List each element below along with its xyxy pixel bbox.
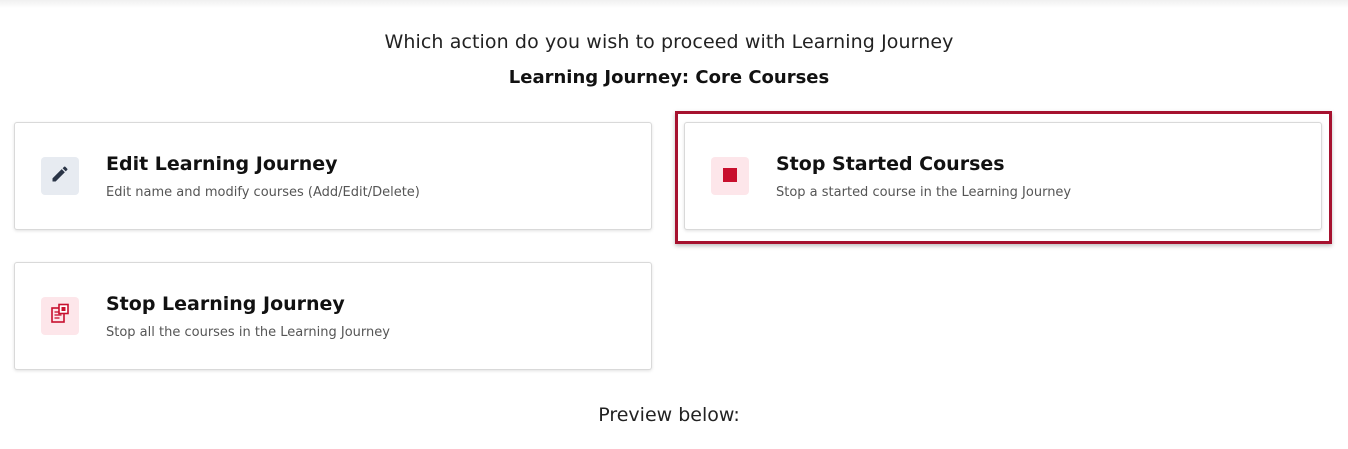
- edit-learning-journey-card[interactable]: Edit Learning Journey Edit name and modi…: [14, 122, 652, 230]
- stop-learning-journey-card[interactable]: Stop Learning Journey Stop all the cours…: [14, 262, 652, 370]
- action-question: Which action do you wish to proceed with…: [384, 31, 954, 53]
- edit-learning-journey-title: Edit Learning Journey: [106, 153, 338, 175]
- stop-learning-journey-title: Stop Learning Journey: [106, 293, 345, 315]
- pencil-icon: [50, 164, 70, 188]
- top-shadow: [0, 0, 1348, 8]
- stop-started-courses-title: Stop Started Courses: [776, 153, 1005, 175]
- edit-learning-journey-description: Edit name and modify courses (Add/Edit/D…: [106, 185, 420, 200]
- learning-journey-subtitle: Learning Journey: Core Courses: [508, 67, 830, 88]
- stop-started-courses-description: Stop a started course in the Learning Jo…: [776, 185, 1072, 200]
- stop-started-icon-box: [711, 157, 749, 195]
- stop-journey-icon: [49, 303, 71, 329]
- preview-label: Preview below:: [598, 404, 740, 426]
- edit-icon-box: [41, 157, 79, 195]
- stop-square-icon: [723, 167, 737, 186]
- stop-learning-journey-description: Stop all the courses in the Learning Jou…: [106, 325, 390, 340]
- stop-journey-icon-box: [41, 297, 79, 335]
- stop-started-courses-card[interactable]: Stop Started Courses Stop a started cour…: [684, 122, 1322, 230]
